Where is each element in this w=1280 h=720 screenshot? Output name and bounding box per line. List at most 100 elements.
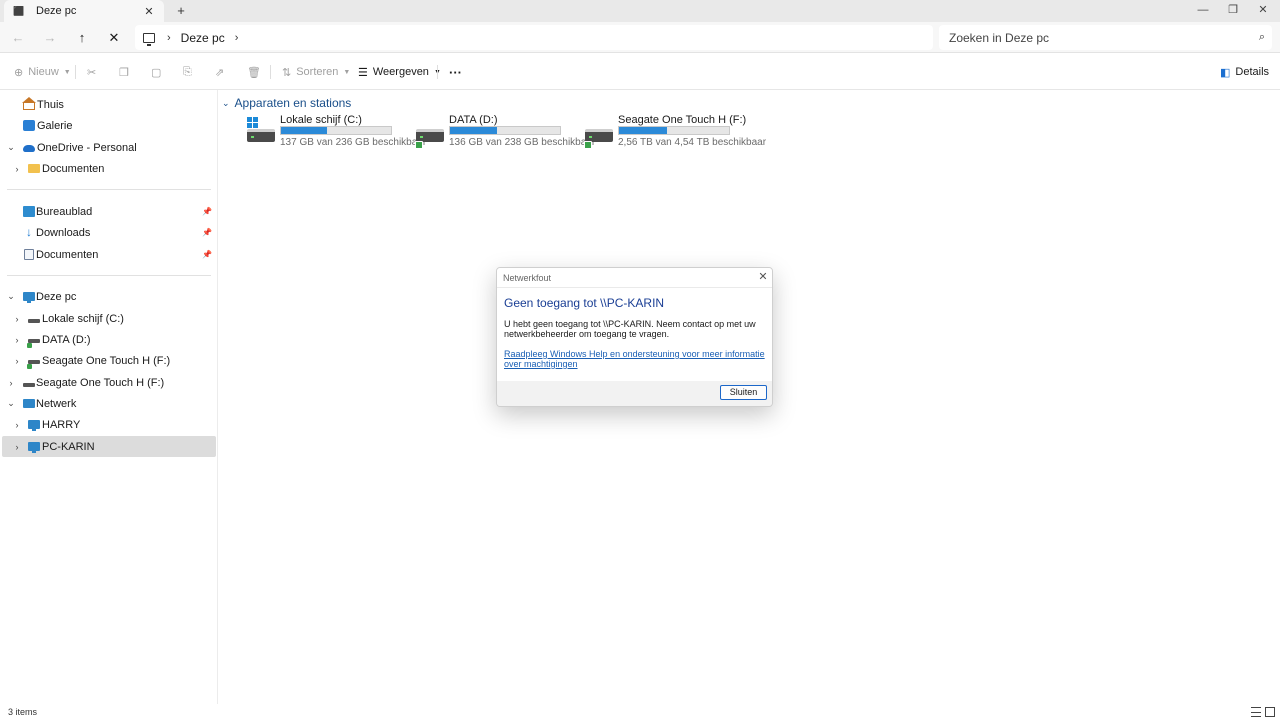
drive-tile-d[interactable]: DATA (D:) 136 GB van 238 GB beschikbaar [415,112,595,150]
delete-button[interactable]: 🗑 [247,62,266,82]
item-count: 3 items [8,707,38,717]
chevron-down-icon[interactable]: ⌄ [6,398,16,409]
sidebar-item-label: Seagate One Touch H (F:) [36,376,165,389]
new-button[interactable]: ⊕ Nieuw ▼ [14,62,71,82]
title-bar: ⬛ Deze pc ✕ + — ❐ ✕ [0,0,1280,22]
details-button[interactable]: ◧ Details [1220,62,1269,82]
sidebar-item-onedrive[interactable]: ⌄ OneDrive - Personal [2,137,216,158]
sidebar-item-netwerk[interactable]: ⌄ Netwerk [2,393,216,414]
sidebar-item-lokale-schijf-c[interactable]: › Lokale schijf (C:) [2,308,216,329]
divider [7,275,211,276]
new-tab-button[interactable]: + [173,2,189,20]
chevron-right-icon[interactable]: › [167,32,171,44]
sidebar-item-label: Seagate One Touch H (F:) [42,354,171,367]
chevron-right-icon[interactable]: › [12,335,22,345]
chevron-down-icon[interactable]: ⌄ [222,98,230,109]
sidebar-item-label: HARRY [42,418,81,431]
sidebar-item-label: DATA (D:) [42,333,91,346]
sidebar-item-downloads[interactable]: ↓ Downloads 📌 [2,222,216,243]
sidebar-item-deze-pc[interactable]: ⌄ Deze pc [2,286,216,307]
drive-usage-bar [280,126,392,135]
chevron-right-icon[interactable]: › [12,420,22,430]
details-view-icon[interactable] [1251,707,1261,717]
share-icon: ⇗ [215,66,225,79]
chevron-right-icon[interactable]: › [12,314,22,324]
sidebar-item-pc-karin[interactable]: › PC-KARIN [2,436,216,457]
section-header-devices[interactable]: ⌄ Apparaten en stations [222,95,351,111]
computer-icon [28,420,40,431]
close-dialog-button[interactable]: Sluiten [720,385,767,400]
close-window-button[interactable]: ✕ [1247,0,1279,22]
drive-icon [28,319,40,323]
close-tab-icon[interactable]: ✕ [142,5,156,18]
search-input[interactable] [949,30,1252,45]
pin-icon[interactable]: 📌 [202,207,212,216]
home-icon [22,96,36,110]
separator [270,65,271,79]
up-button[interactable]: ↑ [72,28,92,48]
search-icon[interactable]: ⌕ [1252,31,1272,44]
chevron-right-icon[interactable]: › [12,164,22,174]
dialog-close-icon[interactable]: ✕ [756,270,770,284]
clipboard-icon: ▢ [151,66,162,79]
restore-button[interactable]: ❐ [1217,0,1249,22]
dialog-title-bar[interactable]: Netwerkfout ✕ [497,268,772,288]
chevron-down-icon: ▼ [343,68,351,76]
drive-name: Lokale schijf (C:) [280,114,362,126]
share-button[interactable]: ⇗ [215,62,229,82]
sidebar-item-galerie[interactable]: Galerie [2,115,216,136]
dialog-body: Geen toegang tot \\PC-KARIN U hebt geen … [497,288,772,388]
rename-button[interactable]: ⎘ [183,62,197,82]
sidebar-item-label: PC-KARIN [42,440,95,453]
forward-button[interactable]: → [40,28,60,48]
drive-tile-f[interactable]: Seagate One Touch H (F:) 2,56 TB van 4,5… [584,112,766,150]
drive-tile-c[interactable]: Lokale schijf (C:) 137 GB van 236 GB bes… [246,112,426,150]
tab-title: Deze pc [36,5,77,17]
chevron-down-icon[interactable]: ⌄ [6,142,16,153]
windows-drive-icon [246,117,275,145]
sidebar-item-documenten[interactable]: Documenten 📌 [2,244,216,265]
sidebar-item-data-d[interactable]: › DATA (D:) [2,329,216,350]
drive-icon [23,383,35,387]
details-pane-icon: ◧ [1220,66,1231,79]
dialog-footer: Sluiten [497,381,772,406]
tiles-view-icon[interactable] [1265,707,1275,717]
minimize-button[interactable]: — [1187,0,1219,22]
view-button[interactable]: ☰ Weergeven ▼ [358,62,441,82]
chevron-right-icon[interactable]: › [6,378,16,388]
address-bar[interactable]: › Deze pc › [135,25,933,50]
search-box[interactable]: ⌕ [939,25,1272,50]
sort-button[interactable]: ⇅ Sorteren ▼ [282,62,350,82]
chevron-down-icon[interactable]: ⌄ [6,291,16,302]
chevron-right-icon[interactable]: › [12,356,22,366]
back-button[interactable]: ← [8,28,28,48]
sidebar-item-label: Lokale schijf (C:) [42,312,124,325]
drive-free-space: 137 GB van 236 GB beschikbaar [280,137,427,148]
tab-deze-pc[interactable]: ⬛ Deze pc ✕ [4,0,164,22]
more-options-button[interactable]: ··· [449,62,462,82]
chevron-right-icon[interactable]: › [12,442,22,452]
details-label: Details [1235,66,1270,78]
trash-icon: 🗑 [247,66,261,79]
chevron-right-icon[interactable]: › [235,32,239,44]
sidebar-item-seagate-f[interactable]: › Seagate One Touch H (F:) [2,350,216,371]
paste-button[interactable]: ▢ [151,62,166,82]
pin-icon[interactable]: 📌 [202,250,212,259]
copy-icon: ❐ [119,66,129,79]
stop-button[interactable]: ✕ [104,28,124,48]
sidebar-item-harry[interactable]: › HARRY [2,414,216,435]
network-drive-icon [27,360,40,369]
pin-icon[interactable]: 📌 [202,228,212,237]
sidebar-item-seagate-f-root[interactable]: › Seagate One Touch H (F:) [2,372,216,393]
drive-usage-bar [618,126,730,135]
copy-button[interactable]: ❐ [119,62,134,82]
sidebar-item-onedrive-documenten[interactable]: › Documenten [2,158,216,179]
onedrive-icon [23,145,35,152]
help-link[interactable]: Raadpleeg Windows Help en ondersteuning … [504,349,766,369]
separator [75,65,76,79]
cut-button[interactable]: ✂ [87,62,101,82]
separator [437,65,438,79]
sidebar-item-thuis[interactable]: Thuis [2,94,216,115]
breadcrumb-deze-pc[interactable]: Deze pc [181,31,225,45]
sidebar-item-bureaublad[interactable]: Bureaublad 📌 [2,201,216,222]
